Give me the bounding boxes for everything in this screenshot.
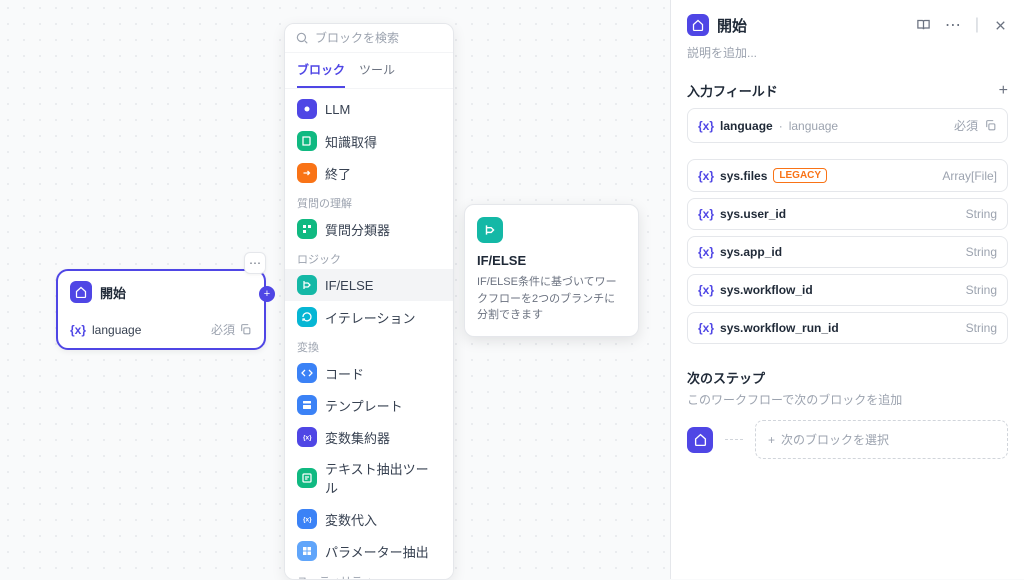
field-card-sys-workflow-run-id[interactable]: {x}sys.workflow_run_id String: [687, 312, 1008, 344]
aggregator-icon: {x}: [297, 427, 317, 447]
next-step-subtitle: このワークフローで次のブロックを追加: [687, 391, 1008, 408]
variable-icon: {x}: [698, 169, 714, 183]
block-tooltip: IF/ELSE IF/ELSE条件に基づいてワークフローを2つのブランチに分割で…: [464, 204, 639, 337]
field-card-sys-files[interactable]: {x} sys.files LEGACY Array[File]: [687, 159, 1008, 192]
tab-tools[interactable]: ツール: [359, 53, 395, 88]
variable-icon: {x}: [698, 207, 714, 221]
block-item-aggregator[interactable]: {x}変数集約器: [285, 421, 453, 453]
close-icon[interactable]: [993, 18, 1008, 33]
section-question: 質問の理解: [285, 189, 453, 213]
block-item-iteration[interactable]: イテレーション: [285, 301, 453, 333]
classifier-icon: [297, 219, 317, 239]
param-icon: [297, 541, 317, 561]
field-card-sys-workflow-id[interactable]: {x}sys.workflow_id String: [687, 274, 1008, 306]
block-item-llm[interactable]: LLM: [285, 93, 453, 125]
tooltip-title: IF/ELSE: [477, 253, 626, 268]
variable-icon: {x}: [698, 119, 714, 133]
loop-icon: [297, 307, 317, 327]
book-open-icon[interactable]: [916, 18, 931, 33]
svg-text:{x}: {x}: [303, 435, 312, 442]
start-node[interactable]: 開始 {x} language 必須: [56, 269, 266, 350]
section-utility: ユーティリティ: [285, 567, 453, 580]
block-item-classifier[interactable]: 質問分類器: [285, 213, 453, 245]
field-card-language[interactable]: {x} language · language 必須: [687, 108, 1008, 143]
add-node-button[interactable]: +: [259, 286, 275, 302]
block-item-end[interactable]: 終了: [285, 157, 453, 189]
assign-icon: {x}: [297, 509, 317, 529]
add-field-button[interactable]: +: [999, 82, 1008, 100]
branch-icon: [297, 275, 317, 295]
svg-text:{x}: {x}: [303, 517, 312, 524]
variable-icon: {x}: [698, 321, 714, 335]
home-icon: [687, 14, 709, 36]
start-node-header: 開始: [58, 271, 264, 313]
tooltip-desc: IF/ELSE条件に基づいてワークフローを2つのブランチに分割できます: [477, 274, 626, 324]
block-item-assign[interactable]: {x}変数代入: [285, 503, 453, 535]
copy-icon[interactable]: [984, 119, 997, 132]
block-list: LLM 知識取得 終了 質問の理解 質問分類器 ロジック IF/ELSE イテレ…: [285, 89, 453, 580]
workflow-canvas[interactable]: 開始 {x} language 必須 ⋯ + ブロック ツール LLM 知識取得…: [0, 0, 670, 579]
search-icon: [295, 31, 309, 45]
extract-icon: [297, 468, 317, 488]
block-search[interactable]: [285, 24, 453, 53]
variable-icon: {x}: [698, 245, 714, 259]
template-icon: [297, 395, 317, 415]
block-item-param-extract[interactable]: パラメーター抽出: [285, 535, 453, 567]
start-node-field: {x} language 必須: [58, 313, 264, 348]
llm-icon: [297, 99, 317, 119]
next-block-selector[interactable]: + 次のブロックを選択: [755, 420, 1008, 459]
node-more-button[interactable]: ⋯: [244, 252, 266, 274]
field-card-sys-user-id[interactable]: {x}sys.user_id String: [687, 198, 1008, 230]
tab-blocks[interactable]: ブロック: [297, 53, 345, 88]
book-icon: [297, 131, 317, 151]
next-step-title: 次のステップ: [687, 368, 1008, 387]
code-icon: [297, 363, 317, 383]
block-item-knowledge[interactable]: 知識取得: [285, 125, 453, 157]
home-icon: [687, 427, 713, 453]
block-item-code[interactable]: コード: [285, 357, 453, 389]
block-search-input[interactable]: [315, 31, 443, 45]
legacy-badge: LEGACY: [773, 168, 827, 183]
panel-description[interactable]: 説明を追加...: [687, 44, 1008, 61]
branch-icon: [477, 217, 503, 243]
section-transform: 変換: [285, 333, 453, 357]
arrow-out-icon: [297, 163, 317, 183]
field-card-sys-app-id[interactable]: {x}sys.app_id String: [687, 236, 1008, 268]
block-item-template[interactable]: テンプレート: [285, 389, 453, 421]
variable-icon: {x}: [698, 283, 714, 297]
home-icon: [70, 281, 92, 303]
copy-icon: [239, 323, 252, 336]
variable-icon: {x}: [70, 323, 86, 337]
start-node-title: 開始: [100, 283, 126, 302]
input-fields-title: 入力フィールド: [687, 81, 778, 100]
connector-line: [725, 439, 743, 440]
section-logic: ロジック: [285, 245, 453, 269]
block-item-text-extract[interactable]: テキスト抽出ツール: [285, 453, 453, 503]
side-panel: 開始 ⋯ | 説明を追加... 入力フィールド + {x} language ·…: [670, 0, 1024, 579]
block-picker-panel: ブロック ツール LLM 知識取得 終了 質問の理解 質問分類器 ロジック IF…: [284, 23, 454, 580]
block-panel-tabs: ブロック ツール: [285, 53, 453, 89]
panel-title: 開始: [717, 15, 747, 36]
more-icon[interactable]: ⋯: [945, 15, 961, 35]
block-item-ifelse[interactable]: IF/ELSE: [285, 269, 453, 301]
